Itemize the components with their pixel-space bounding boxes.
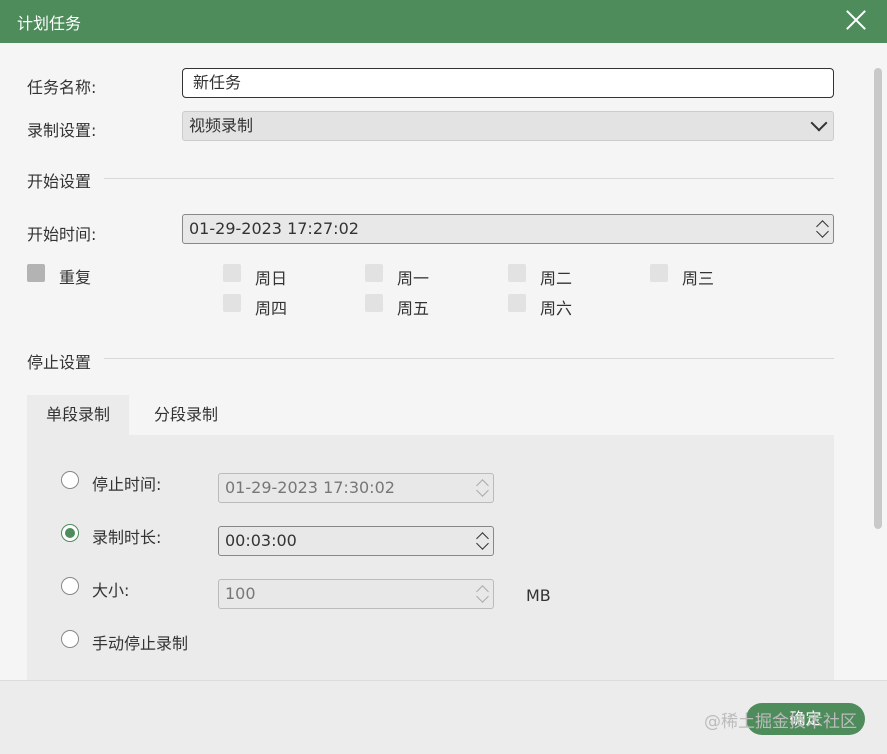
watermark: @稀土掘金技术社区 [704,712,857,732]
manual-stop-radio[interactable] [61,630,79,648]
tab-multi-segment[interactable]: 分段录制 [135,395,237,435]
divider [104,358,834,359]
title-bar: 计划任务 [0,0,887,43]
scrollbar[interactable] [874,68,882,529]
day-label-mon: 周一 [397,269,430,288]
stop-time-label: 停止时间: [92,475,162,494]
day-checkbox-wed[interactable] [650,264,668,282]
stop-time-value: 01-29-2023 17:30:02 [225,478,395,497]
duration-label: 录制时长: [92,528,162,547]
close-icon[interactable] [845,9,867,31]
size-value: 100 [225,584,256,603]
divider [104,178,834,179]
manual-stop-label: 手动停止录制 [92,634,189,653]
task-name-input[interactable]: 新任务 [182,68,834,98]
day-label-tue: 周二 [540,269,573,288]
duration-radio[interactable] [61,524,79,542]
size-radio[interactable] [61,577,79,595]
day-label-sun: 周日 [255,269,288,288]
day-label-sat: 周六 [540,299,573,318]
stop-section-title: 停止设置 [27,353,92,372]
day-label-thu: 周四 [255,299,288,318]
day-label-wed: 周三 [682,269,715,288]
size-unit: MB [526,586,551,605]
chevron-down-icon [810,114,828,132]
start-time-input[interactable]: 01-29-2023 17:27:02 [182,214,834,244]
size-input[interactable]: 100 [218,579,494,609]
footer-bar: 确定 @稀土掘金技术社区 [0,680,887,754]
stop-time-radio[interactable] [61,471,79,489]
day-checkbox-mon[interactable] [365,264,383,282]
repeat-label: 重复 [59,268,92,287]
start-section-title: 开始设置 [27,172,92,191]
day-checkbox-thu[interactable] [223,294,241,312]
repeat-checkbox[interactable] [27,264,45,282]
day-checkbox-sun[interactable] [223,264,241,282]
day-checkbox-fri[interactable] [365,294,383,312]
day-label-fri: 周五 [397,299,430,318]
record-settings-label: 录制设置: [27,121,97,140]
tab-single-segment[interactable]: 单段录制 [27,395,129,435]
stop-time-input[interactable]: 01-29-2023 17:30:02 [218,473,494,503]
record-settings-value: 视频录制 [189,116,254,135]
start-time-value: 01-29-2023 17:27:02 [189,219,359,238]
record-settings-select[interactable]: 视频录制 [182,111,834,141]
task-name-label: 任务名称: [27,78,97,97]
duration-input[interactable]: 00:03:00 [218,526,494,556]
size-label: 大小: [92,581,130,600]
day-checkbox-tue[interactable] [508,264,526,282]
window-title: 计划任务 [17,14,82,33]
duration-value: 00:03:00 [225,531,297,550]
start-time-label: 开始时间: [27,225,97,244]
day-checkbox-sat[interactable] [508,294,526,312]
